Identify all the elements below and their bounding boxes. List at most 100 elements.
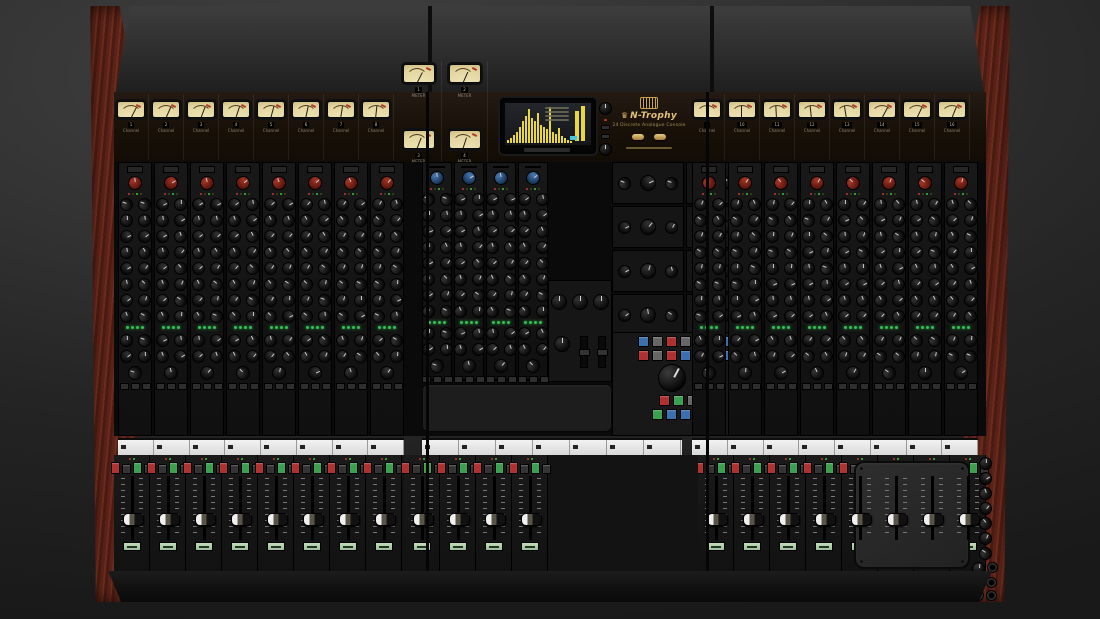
eq-knob xyxy=(533,254,551,272)
aux-knob xyxy=(871,348,889,366)
aux-knob xyxy=(799,347,817,365)
aux-knob xyxy=(137,350,151,364)
eq-knob xyxy=(369,276,387,294)
eq-knob xyxy=(190,244,207,261)
knob-row xyxy=(120,246,151,259)
channel-strip xyxy=(908,162,942,436)
strip-switch xyxy=(968,383,977,390)
eq-knob xyxy=(533,238,551,256)
eq-knob xyxy=(261,275,279,293)
strip-led xyxy=(506,188,508,190)
fader-scale-ticks xyxy=(849,478,853,537)
cut-button xyxy=(183,462,192,474)
knob-row xyxy=(372,246,403,259)
eq-knob xyxy=(818,245,833,260)
eq-knob xyxy=(453,208,468,223)
strip-switch xyxy=(156,383,165,390)
eq-knob xyxy=(727,212,745,230)
select-button xyxy=(814,464,823,474)
strip-switch xyxy=(444,376,453,383)
right-vu-meter-bank: 9Channel10Channel11Channel12Channel13Cha… xyxy=(690,92,970,162)
eq-knob xyxy=(853,307,871,325)
eq-knob xyxy=(334,292,350,308)
signal-led-meter xyxy=(160,326,182,331)
cut-button xyxy=(363,462,372,474)
vu-meter-cell: 16Channel xyxy=(935,94,970,160)
fader-led xyxy=(345,458,347,460)
fader-scale-ticks xyxy=(777,478,781,537)
eq-knob xyxy=(907,243,925,261)
eq-knob xyxy=(891,246,905,260)
knob-row xyxy=(694,230,725,243)
fader-led xyxy=(381,458,383,460)
status-led xyxy=(604,119,607,121)
strip-led xyxy=(738,193,740,195)
eq-knob xyxy=(225,276,243,294)
fader-scale-ticks xyxy=(867,478,871,537)
signal-led-meter xyxy=(522,321,544,324)
eq-knob xyxy=(944,196,961,213)
monitor-button xyxy=(652,350,663,361)
eq-knob xyxy=(709,212,727,230)
eq-knob xyxy=(907,260,924,277)
strip-led xyxy=(958,193,960,195)
strip-led xyxy=(312,193,314,195)
knob-row xyxy=(336,294,367,307)
strip-led-row xyxy=(810,193,824,195)
strip-switch xyxy=(336,383,345,390)
mini-knob xyxy=(599,143,612,156)
knob-row xyxy=(120,278,151,291)
phones-knob xyxy=(976,545,994,563)
eq-knob xyxy=(515,271,533,289)
channel-strip xyxy=(872,162,906,436)
knob-row xyxy=(874,294,905,307)
fader-scale-ticks xyxy=(795,478,799,537)
eq-knob xyxy=(818,260,835,277)
eq-knob xyxy=(173,310,187,324)
strip-led xyxy=(200,193,202,195)
knob-row xyxy=(694,262,725,275)
knob-row xyxy=(694,294,725,307)
strip-switch xyxy=(142,383,151,390)
knob-row xyxy=(874,230,905,243)
vu-meter-label: 4Channel xyxy=(228,122,244,134)
fader-led-row xyxy=(309,458,315,460)
screen-readouts xyxy=(545,107,569,121)
aux-master-knob xyxy=(664,263,680,279)
aux-knob xyxy=(925,331,943,349)
knob-row xyxy=(336,350,367,363)
knob-row xyxy=(766,350,797,363)
eq-knob xyxy=(189,259,207,277)
spectrum-bar xyxy=(558,128,560,143)
knob-row xyxy=(838,350,869,363)
pan-knob xyxy=(306,364,325,383)
strip-led xyxy=(136,193,138,195)
eq-knob xyxy=(437,270,455,288)
spectrum-bar xyxy=(534,121,536,143)
solo-button xyxy=(459,462,468,474)
eq-knob xyxy=(137,213,152,228)
knob-row xyxy=(518,193,549,206)
aux-knob xyxy=(243,347,261,365)
eq-knob xyxy=(871,212,889,230)
spectrum-bar xyxy=(552,132,554,143)
eq-knob xyxy=(890,212,907,229)
vu-meter-label: 1Channel xyxy=(123,122,139,134)
strip-led xyxy=(526,188,528,190)
monitor-button xyxy=(659,395,670,406)
eq-knob xyxy=(801,230,814,243)
eq-knob xyxy=(333,243,351,261)
select-button xyxy=(448,464,457,474)
group-fader-unit xyxy=(440,455,476,571)
knob-row xyxy=(838,294,869,307)
fader-scale-ticks xyxy=(501,478,505,537)
strip-led xyxy=(384,193,386,195)
vu-meter-face xyxy=(187,101,215,118)
strip-led xyxy=(430,188,432,190)
eq-knob xyxy=(854,292,871,309)
eq-knob xyxy=(297,243,315,261)
aux-master-module xyxy=(612,250,684,292)
compressor-knob xyxy=(554,336,570,352)
eq-knob xyxy=(781,276,798,293)
strip-led-row xyxy=(380,193,394,195)
